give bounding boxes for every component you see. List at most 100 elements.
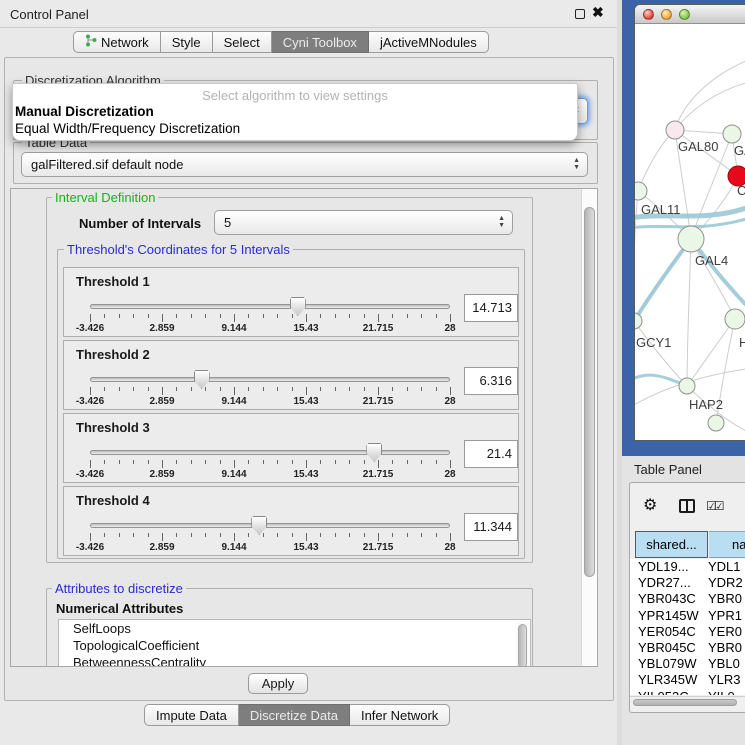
tick-mark [148, 460, 149, 464]
network-edge-highlighted[interactable] [635, 239, 691, 321]
node-label-gal11: GAL11 [641, 202, 681, 217]
node-label-gal80: GAL80 [678, 139, 718, 154]
select-columns-icon[interactable]: ☑☑ [706, 499, 722, 513]
network-node[interactable] [666, 121, 684, 139]
tick-mark [104, 533, 105, 537]
attribute-item-selfloops[interactable]: SelfLoops [59, 620, 530, 637]
table-row[interactable]: YER054CYER0 [630, 624, 745, 640]
table-row[interactable]: YDL19...YDL1 [630, 559, 745, 575]
network-node[interactable] [708, 415, 724, 431]
tab-infer-network[interactable]: Infer Network [350, 704, 450, 726]
close-traffic-light-icon[interactable] [643, 9, 654, 20]
popup-item-equal-width-frequency-discretization[interactable]: Equal Width/Frequency Discretization [13, 120, 577, 137]
tab-network[interactable]: Network [73, 31, 161, 53]
network-edge[interactable] [691, 239, 735, 319]
popup-item-manual-discretization[interactable]: Manual Discretization [13, 103, 577, 120]
cell-shared-name: YBR043C [630, 591, 702, 607]
tab-jactivemnodules[interactable]: jActiveMNodules [369, 31, 489, 53]
column-header-name[interactable]: na... [709, 531, 745, 558]
main-scrollbar-thumb[interactable] [584, 207, 595, 577]
column-header-shared-name[interactable]: shared... [635, 531, 708, 558]
threshold-value-field[interactable]: 6.316 [464, 367, 518, 395]
threshold-slider[interactable]: -3.4262.8599.14415.4321.71528 [90, 515, 450, 551]
tick-mark [277, 387, 278, 391]
threshold-panel-4: Threshold 4-3.4262.8599.14415.4321.71528… [63, 486, 519, 556]
bottom-tab-bar: Impute DataDiscretize DataInfer Network [144, 704, 450, 726]
table-row[interactable]: YBL079WYBL0 [630, 656, 745, 672]
tick-mark [162, 460, 163, 468]
tick-label: 9.144 [221, 542, 246, 553]
number-of-intervals-combo[interactable]: 5 ▲▼ [214, 210, 513, 235]
table-data-combo[interactable]: galFiltered.sif default node ▲▼ [21, 152, 588, 177]
tab-label: Style [172, 32, 201, 53]
slider-track[interactable] [90, 377, 450, 382]
network-canvas[interactable]: GAL80GACGAL11GAL4GCY1HHAP2 [635, 25, 745, 441]
tab-label: Cyni Toolbox [283, 32, 357, 53]
list-scrollbar[interactable] [516, 621, 529, 667]
threshold-value-field[interactable]: 11.344 [464, 513, 518, 541]
network-window-titlebar[interactable] [635, 5, 745, 24]
network-node[interactable] [635, 182, 647, 200]
slider-track[interactable] [90, 523, 450, 528]
table-row[interactable]: YLR345WYLR3 [630, 672, 745, 688]
network-node[interactable] [678, 226, 704, 252]
threshold-label: Threshold 1 [76, 274, 150, 289]
numerical-attributes-list[interactable]: SelfLoopsTopologicalCoefficientBetweenne… [58, 619, 531, 667]
network-edge[interactable] [687, 239, 691, 386]
table-row[interactable]: YIL052CYIL0 [630, 689, 745, 696]
network-node[interactable] [723, 125, 741, 143]
network-node[interactable] [679, 378, 695, 394]
threshold-value-field[interactable]: 14.713 [464, 294, 518, 322]
network-edge[interactable] [635, 191, 638, 321]
slider-track[interactable] [90, 450, 450, 455]
tick-mark [378, 314, 379, 322]
tick-mark [392, 460, 393, 464]
table-row[interactable]: YDR27...YDR2 [630, 575, 745, 591]
network-edge[interactable] [675, 61, 745, 130]
tab-style[interactable]: Style [161, 31, 213, 53]
tick-mark [248, 314, 249, 318]
tick-mark [292, 314, 293, 318]
tick-mark [335, 460, 336, 464]
zoom-traffic-light-icon[interactable] [679, 9, 690, 20]
apply-button[interactable]: Apply [248, 673, 308, 694]
network-node[interactable] [635, 313, 642, 329]
table-hscrollbar-thumb[interactable] [633, 699, 737, 706]
tick-mark [378, 533, 379, 541]
slider-thumb[interactable] [194, 370, 210, 389]
minimize-traffic-light-icon[interactable] [661, 9, 672, 20]
threshold-label: Threshold 2 [76, 347, 150, 362]
attribute-item-topologicalcoefficient[interactable]: TopologicalCoefficient [59, 637, 530, 654]
cell-shared-name: YBL079W [630, 656, 702, 672]
threshold-value-field[interactable]: 21.4 [464, 440, 518, 468]
settings-gear-icon[interactable]: ⚙ [643, 495, 657, 515]
tick-mark [90, 387, 91, 395]
tab-cyni-toolbox[interactable]: Cyni Toolbox [272, 31, 369, 53]
tick-mark [104, 314, 105, 318]
threshold-slider[interactable]: -3.4262.8599.14415.4321.71528 [90, 369, 450, 405]
tick-mark [364, 533, 365, 537]
network-edge[interactable] [675, 83, 745, 130]
float-window-icon[interactable] [575, 9, 585, 19]
threshold-slider[interactable]: -3.4262.8599.14415.4321.71528 [90, 442, 450, 478]
tick-mark [292, 533, 293, 537]
network-node[interactable] [725, 309, 745, 329]
tick-label: 2.859 [149, 469, 174, 480]
tab-select[interactable]: Select [213, 31, 272, 53]
slider-thumb[interactable] [366, 443, 382, 462]
tab-discretize-data[interactable]: Discretize Data [239, 704, 350, 726]
table-row[interactable]: YBR045CYBR0 [630, 640, 745, 656]
attribute-item-betweennesscentrality[interactable]: BetweennessCentrality [59, 654, 530, 667]
tick-mark [263, 460, 264, 464]
table-hscrollbar[interactable] [630, 696, 745, 708]
network-edge[interactable] [638, 130, 675, 191]
close-icon[interactable]: ✖ [592, 4, 604, 21]
column-browser-icon[interactable] [679, 499, 695, 513]
list-scrollbar-thumb[interactable] [518, 624, 527, 667]
threshold-slider[interactable]: -3.4262.8599.14415.4321.71528 [90, 296, 450, 332]
table-row[interactable]: YPR145WYPR1 [630, 608, 745, 624]
slider-track[interactable] [90, 304, 450, 309]
slider-thumb[interactable] [251, 516, 267, 535]
tab-impute-data[interactable]: Impute Data [144, 704, 239, 726]
table-row[interactable]: YBR043CYBR0 [630, 591, 745, 607]
